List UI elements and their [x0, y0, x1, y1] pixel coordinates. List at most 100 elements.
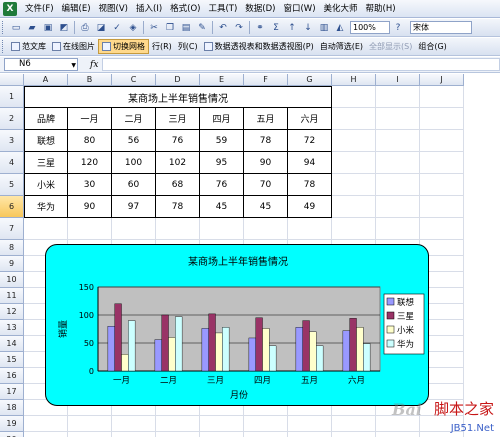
row-header-19[interactable]: 19 [0, 416, 24, 432]
sales-value-cell[interactable]: 30 [68, 174, 112, 196]
menu-data[interactable]: 数据(D) [241, 1, 279, 17]
row-header-14[interactable]: 14 [0, 336, 24, 352]
column-header-d[interactable]: D [156, 74, 200, 86]
menu-beautify[interactable]: 美化大师 [320, 1, 362, 17]
row-header-8[interactable]: 8 [0, 240, 24, 256]
menu-tools[interactable]: 工具(T) [204, 1, 241, 17]
zoom-select[interactable]: 100% [350, 21, 390, 34]
cell[interactable] [376, 218, 420, 240]
column-header-e[interactable]: E [200, 74, 244, 86]
toggle-grid-button[interactable]: 切换网格 [98, 39, 149, 54]
undo-icon[interactable]: ↶ [215, 20, 231, 35]
row-header-20[interactable]: 20 [0, 432, 24, 437]
cell[interactable] [376, 130, 420, 152]
cell[interactable] [420, 108, 464, 130]
menu-view[interactable]: 视图(V) [95, 1, 132, 17]
row-header-9[interactable]: 9 [0, 256, 24, 272]
sales-value-cell[interactable]: 94 [288, 152, 332, 174]
sales-value-cell[interactable]: 80 [68, 130, 112, 152]
cell[interactable] [420, 218, 464, 240]
font-select[interactable]: 宋体 [410, 21, 472, 34]
sales-value-cell[interactable]: 76 [200, 174, 244, 196]
group-button[interactable]: 组合(G) [415, 39, 449, 54]
sheet-title-cell[interactable]: 某商场上半年销售情况 [24, 86, 332, 108]
menu-insert[interactable]: 插入(I) [132, 1, 166, 17]
cut-icon[interactable]: ✂ [146, 20, 162, 35]
sort-descending-icon[interactable]: ↓ [300, 20, 316, 35]
sales-value-cell[interactable]: 97 [112, 196, 156, 218]
row-header-18[interactable]: 18 [0, 400, 24, 416]
sales-value-cell[interactable]: 59 [200, 130, 244, 152]
row-header-11[interactable]: 11 [0, 288, 24, 304]
cell[interactable] [376, 152, 420, 174]
sales-value-cell[interactable]: 60 [112, 174, 156, 196]
cell[interactable] [332, 416, 376, 432]
print-preview-icon[interactable]: ◪ [93, 20, 109, 35]
sales-value-cell[interactable]: 78 [156, 196, 200, 218]
column-header-g[interactable]: G [288, 74, 332, 86]
drawing-icon[interactable]: ◭ [332, 20, 348, 35]
sales-value-cell[interactable]: 120 [68, 152, 112, 174]
menu-file[interactable]: 文件(F) [21, 1, 58, 17]
menu-window[interactable]: 窗口(W) [279, 1, 319, 17]
row-header-15[interactable]: 15 [0, 352, 24, 368]
cell[interactable] [244, 416, 288, 432]
cell[interactable] [244, 218, 288, 240]
row-header-10[interactable]: 10 [0, 272, 24, 288]
brand-cell[interactable]: 小米 [24, 174, 68, 196]
cell[interactable] [244, 432, 288, 437]
show-all-button[interactable]: 全部显示(S) [366, 39, 415, 54]
row-header-2[interactable]: 2 [0, 108, 24, 130]
cell[interactable] [332, 196, 376, 218]
menu-format[interactable]: 格式(O) [166, 1, 204, 17]
embedded-chart[interactable]: 某商场上半年销售情况 0 50 100 150 一月 二月 三月 四月 五月 六月 月份 销量 联想 三星小… [45, 244, 429, 406]
row-header-17[interactable]: 17 [0, 384, 24, 400]
cell[interactable] [24, 416, 68, 432]
toolbar-grip[interactable] [2, 21, 5, 34]
cell[interactable] [420, 130, 464, 152]
cell[interactable] [332, 86, 376, 108]
table-header-cell[interactable]: 品牌 [24, 108, 68, 130]
row-button[interactable]: 行(R) [149, 39, 175, 54]
sales-value-cell[interactable]: 49 [288, 196, 332, 218]
column-header-h[interactable]: H [332, 74, 376, 86]
cell[interactable] [332, 152, 376, 174]
table-header-cell[interactable]: 一月 [68, 108, 112, 130]
spelling-icon[interactable]: ✓ [109, 20, 125, 35]
sales-value-cell[interactable]: 72 [288, 130, 332, 152]
cell[interactable] [420, 174, 464, 196]
brand-cell[interactable]: 三星 [24, 152, 68, 174]
open-folder-icon[interactable]: ▰ [24, 20, 40, 35]
name-box[interactable]: N6 ▼ [4, 58, 78, 71]
cell[interactable] [288, 416, 332, 432]
cell[interactable] [156, 432, 200, 437]
sales-value-cell[interactable]: 45 [200, 196, 244, 218]
cell[interactable] [24, 218, 68, 240]
table-header-cell[interactable]: 五月 [244, 108, 288, 130]
select-all-corner[interactable] [0, 74, 24, 86]
column-header-j[interactable]: J [420, 74, 464, 86]
cell[interactable] [200, 218, 244, 240]
cell[interactable] [332, 174, 376, 196]
save-icon[interactable]: ▣ [40, 20, 56, 35]
research-icon[interactable]: ◈ [125, 20, 141, 35]
menu-edit[interactable]: 编辑(E) [58, 1, 95, 17]
column-button[interactable]: 列(C) [175, 39, 201, 54]
hyperlink-icon[interactable]: ⚭ [252, 20, 268, 35]
permission-icon[interactable]: ◩ [56, 20, 72, 35]
sales-value-cell[interactable]: 102 [156, 152, 200, 174]
cell[interactable] [332, 432, 376, 437]
format-painter-icon[interactable]: ✎ [194, 20, 210, 35]
sales-value-cell[interactable]: 76 [156, 130, 200, 152]
chevron-down-icon[interactable]: ▼ [71, 60, 76, 71]
table-header-cell[interactable]: 四月 [200, 108, 244, 130]
row-header-4[interactable]: 4 [0, 152, 24, 174]
sales-value-cell[interactable]: 45 [244, 196, 288, 218]
copy-icon[interactable]: ❐ [162, 20, 178, 35]
cell[interactable] [288, 218, 332, 240]
sales-value-cell[interactable]: 90 [68, 196, 112, 218]
sales-value-cell[interactable]: 78 [288, 174, 332, 196]
cell[interactable] [420, 86, 464, 108]
menu-help[interactable]: 帮助(H) [362, 1, 400, 17]
online-images-button[interactable]: 在线图片 [49, 39, 98, 54]
